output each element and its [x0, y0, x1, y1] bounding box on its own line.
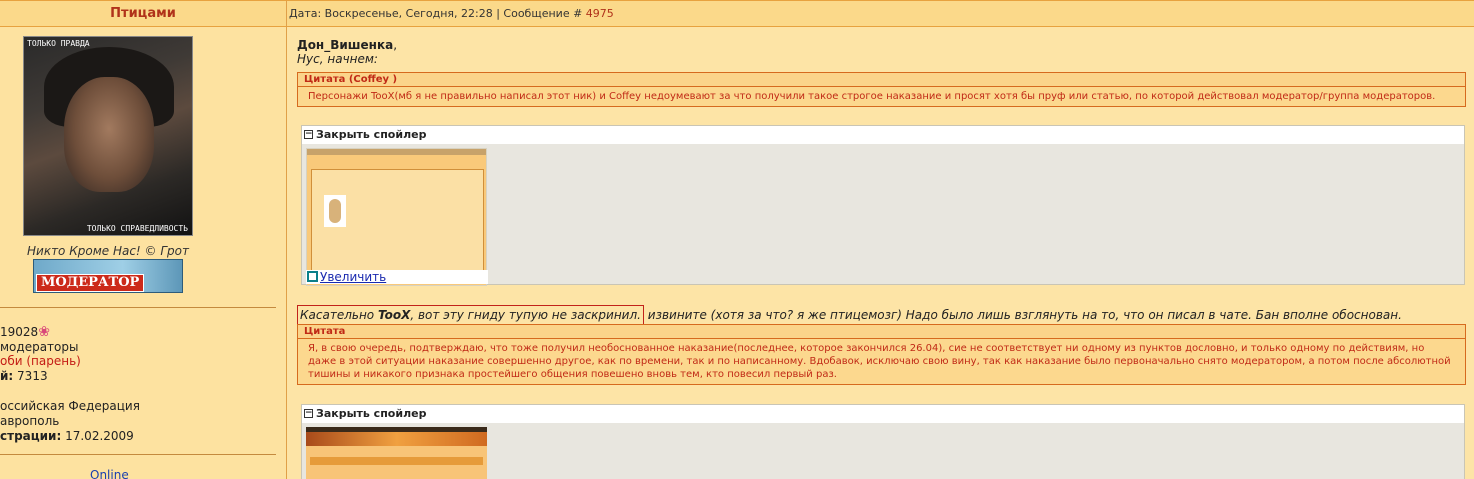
intro-text: Нус, начнем:: [297, 52, 378, 66]
screenshot-thumbnail[interactable]: [306, 148, 487, 286]
screenshot-thumbnail-2[interactable]: [306, 427, 487, 479]
gender-row: оби (парень): [0, 354, 81, 368]
quote-body-2: Я, в свою очередь, подтверждаю, что тоже…: [298, 339, 1465, 384]
spoiler-toggle-2[interactable]: − Закрыть спойлер: [302, 405, 1464, 423]
collapse-icon: −: [304, 129, 313, 139]
collapse-icon: −: [304, 408, 313, 418]
posts-value: 7313: [17, 369, 48, 383]
user-motto: Никто Кроме Нас! © Грот: [27, 244, 189, 258]
thumbnail-avatar: [324, 195, 346, 227]
thumbnail-panel: [311, 169, 484, 279]
group-row: модераторы: [0, 340, 78, 354]
quote-title-2: Цитата: [298, 325, 1465, 339]
quote-block-2: Цитата Я, в свою очередь, подтверждаю, ч…: [297, 324, 1466, 385]
quote-title: Цитата (Coffey ): [298, 73, 1465, 87]
avatar-caption-bottom: ТОЛЬКО СПРАВЕДЛИВОСТЬ: [86, 224, 188, 233]
zoom-link[interactable]: Увеличить: [306, 270, 488, 284]
country-row: оссийская Федерация: [0, 399, 140, 413]
post-date: Дата: Воскресенье, Сегодня, 22:28 | Сооб…: [289, 7, 586, 20]
username-heading[interactable]: Птицами: [110, 6, 176, 21]
sidebar-divider-bottom: [0, 454, 276, 455]
addressee-comma: ,: [393, 38, 398, 52]
addressee: Дон_Вишенка,: [297, 38, 397, 52]
zoom-label: Увеличить: [320, 270, 387, 284]
message-number-link[interactable]: 4975: [586, 7, 614, 20]
avatar-face: [64, 77, 154, 192]
highlighted-fragment: Касательно TooX, вот эту гниду тупую не …: [297, 305, 644, 325]
spoiler-title: Закрыть спойлер: [316, 128, 427, 141]
city-value: аврополь: [0, 414, 60, 428]
registered-label: страции:: [0, 429, 62, 443]
zoom-icon: [307, 271, 318, 282]
addressee-name: Дон_Вишенка: [297, 38, 394, 52]
post-header: Дата: Воскресенье, Сегодня, 22:28 | Сооб…: [287, 1, 1474, 27]
reputation-value: 19028: [0, 325, 39, 339]
reputation-row: 19028❀: [0, 324, 50, 340]
spoiler-block: − Закрыть спойлер Увеличить: [301, 125, 1465, 286]
spoiler-block-2: − Закрыть спойлер: [301, 404, 1465, 479]
online-status: Online: [90, 468, 129, 479]
sidebar-divider: [0, 307, 276, 308]
spoiler-title-2: Закрыть спойлер: [316, 407, 427, 420]
group-value: модераторы: [0, 340, 79, 354]
city-row: аврополь: [0, 414, 59, 428]
moderator-badge-label: МОДЕРАТОР: [36, 274, 145, 292]
flower-icon[interactable]: ❀: [38, 324, 50, 340]
spoiler-toggle[interactable]: − Закрыть спойлер: [302, 126, 1464, 144]
posts-row: й: 7313: [0, 369, 48, 383]
thumbnail-topbar: [307, 149, 486, 155]
user-sidebar: Птицами ТОЛЬКО ПРАВДА ТОЛЬКО СПРАВЕДЛИВО…: [0, 1, 287, 479]
registered-row: страции: 17.02.2009: [0, 429, 134, 443]
reply-rest: извините (хотя за что? я же птицемозг) Н…: [643, 308, 1402, 322]
quote-body: Персонажи TooX(мб я не правильно написал…: [298, 87, 1465, 106]
forum-post: Птицами ТОЛЬКО ПРАВДА ТОЛЬКО СПРАВЕДЛИВО…: [0, 0, 1474, 479]
moderator-badge: МОДЕРАТОР: [33, 259, 183, 293]
avatar: ТОЛЬКО ПРАВДА ТОЛЬКО СПРАВЕДЛИВОСТЬ: [23, 36, 193, 236]
thumbnail-banner: [306, 432, 487, 446]
reply-fragment-suffix: , вот эту гниду тупую не заскринил.: [410, 308, 641, 322]
reply-fragment-name: TooX: [377, 308, 411, 322]
posts-label: й:: [0, 369, 14, 383]
reply-text: Касательно TooX, вот эту гниду тупую не …: [297, 305, 1402, 325]
quote-block: Цитата (Coffey ) Персонажи TooX(мб я не …: [297, 72, 1466, 107]
avatar-caption-top: ТОЛЬКО ПРАВДА: [27, 39, 90, 48]
sidebar-header: Птицами: [0, 1, 286, 27]
country-value: оссийская Федерация: [0, 399, 140, 413]
thumbnail-row: [310, 457, 483, 465]
registered-value: 17.02.2009: [65, 429, 134, 443]
gender-value: оби (парень): [0, 354, 81, 368]
reply-fragment-prefix: Касательно: [300, 308, 378, 322]
